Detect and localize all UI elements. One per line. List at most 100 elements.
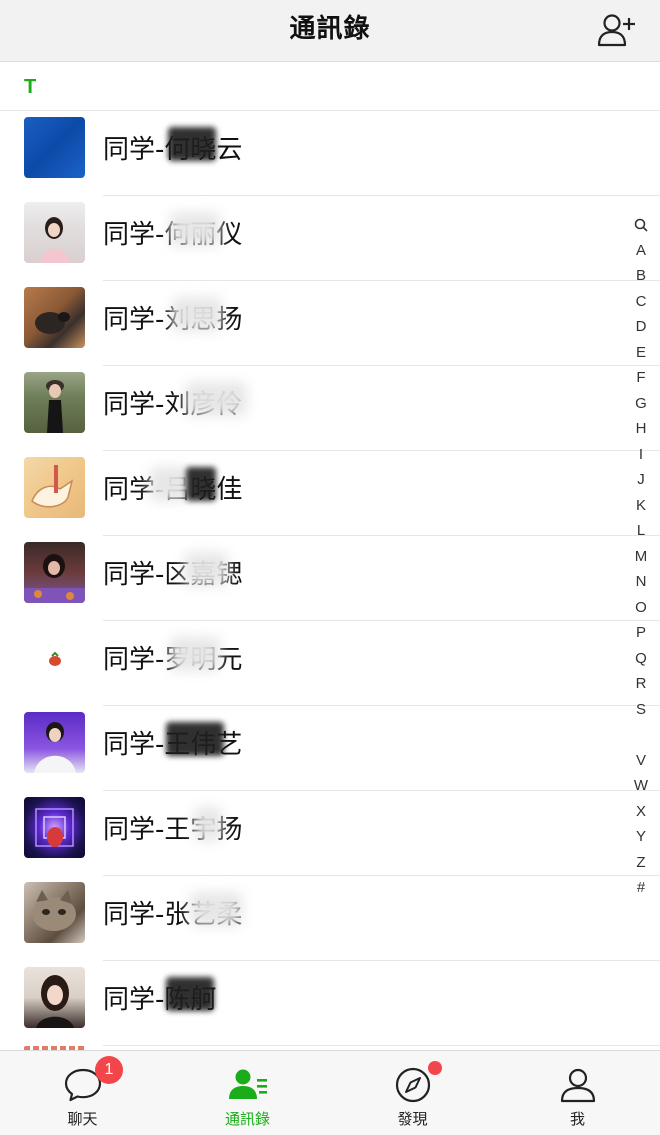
index-letter-label: Y: [635, 828, 646, 845]
tab-me[interactable]: 我: [495, 1051, 660, 1135]
search-icon: [634, 218, 648, 232]
contact-row[interactable]: 同学-何丽仪: [0, 196, 660, 281]
unread-badge: 1: [95, 1056, 123, 1084]
index-letter-q[interactable]: Q: [626, 646, 656, 672]
avatar: [24, 882, 85, 943]
tab-label: 我: [569, 1110, 585, 1128]
redaction-blur: [166, 977, 214, 1011]
top-nav-bar: 通訊錄: [0, 0, 660, 62]
index-letter-x[interactable]: X: [626, 799, 656, 825]
add-friend-button[interactable]: [596, 10, 638, 50]
index-letter-f[interactable]: F: [626, 365, 656, 391]
index-letter-label: S: [635, 700, 646, 718]
avatar: [24, 457, 85, 518]
index-letter-label: C: [635, 292, 647, 310]
avatar: [24, 712, 85, 773]
tab-contacts[interactable]: 通訊錄: [165, 1051, 330, 1135]
section-letter: T: [24, 76, 37, 98]
index-letter-j[interactable]: J: [626, 467, 656, 493]
tab-label: 通訊錄: [224, 1110, 270, 1128]
index-letter-label: W: [633, 777, 649, 794]
index-letter-v[interactable]: V: [626, 748, 656, 774]
contact-row[interactable]: 同学-刘彦伶: [0, 366, 660, 451]
index-letter-i[interactable]: I: [626, 442, 656, 468]
contact-row[interactable]: 同学-吕晓佳: [0, 451, 660, 536]
avatar: [24, 117, 85, 178]
redaction-blur: [190, 892, 242, 926]
bottom-tab-bar: 1 聊天 通訊錄 發現 我: [0, 1050, 660, 1135]
redaction-blur: [170, 212, 220, 246]
tab-chats[interactable]: 1 聊天: [0, 1051, 165, 1135]
profile-icon: [560, 1068, 595, 1103]
contact-row[interactable]: 同学-陈舸: [0, 961, 660, 1046]
index-letter-c[interactable]: C: [626, 289, 656, 315]
redaction-blur: [150, 467, 190, 501]
contact-row[interactable]: 同学-王宇扬: [0, 791, 660, 876]
redaction-blur: [170, 637, 220, 671]
index-letter-z[interactable]: Z: [626, 850, 656, 876]
index-letter-label: Q: [635, 649, 647, 667]
avatar: [24, 627, 85, 688]
contact-row[interactable]: 同学-区嘉锶: [0, 536, 660, 621]
index-letter-p[interactable]: P: [626, 620, 656, 646]
tab-label: 發現: [397, 1110, 428, 1128]
index-letter-r[interactable]: R: [626, 671, 656, 697]
alphabet-index[interactable]: A B C D E F G H I J K L M N O P Q R S T V W X Y Z #: [626, 212, 656, 901]
index-letter-label: N: [635, 573, 647, 590]
index-letter-g[interactable]: G: [626, 391, 656, 417]
redaction-blur: [168, 127, 216, 161]
tab-discover[interactable]: 發現: [330, 1051, 495, 1135]
index-letter-label: K: [635, 496, 646, 514]
section-header: T: [0, 62, 660, 111]
add-friend-icon: [597, 14, 635, 47]
index-letter-label: B: [635, 267, 646, 284]
index-letter-label: E: [635, 343, 646, 361]
contact-row[interactable]: 同学-王伟艺: [0, 706, 660, 791]
index-letter-l[interactable]: L: [626, 518, 656, 544]
index-search[interactable]: [626, 212, 656, 238]
index-letter-k[interactable]: K: [626, 493, 656, 519]
tab-label: 聊天: [67, 1110, 98, 1128]
index-letter-label: #: [636, 879, 646, 896]
index-letter-label: O: [635, 598, 647, 616]
index-letter-label: G: [635, 394, 647, 412]
contact-row[interactable]: 同学-张艺柔: [0, 876, 660, 961]
index-letter-n[interactable]: N: [626, 569, 656, 595]
index-letter-label: T: [636, 726, 646, 743]
index-letter-label: F: [636, 369, 646, 386]
avatar: [24, 797, 85, 858]
index-letter-y[interactable]: Y: [626, 824, 656, 850]
notification-dot: [428, 1061, 442, 1075]
index-letter-label: I: [638, 445, 644, 463]
redaction-blur: [186, 467, 216, 501]
avatar: [24, 542, 85, 603]
index-letter-o[interactable]: O: [626, 595, 656, 621]
index-letter-label: A: [635, 241, 646, 259]
index-letter-m[interactable]: M: [626, 544, 656, 570]
index-letter-label: P: [635, 624, 646, 641]
index-letter-label: L: [636, 522, 646, 539]
contact-row[interactable]: 同学-刘思扬: [0, 281, 660, 366]
redaction-blur: [185, 382, 247, 416]
contact-row[interactable]: 同学-何晓云: [0, 111, 660, 196]
index-letter-h[interactable]: H: [626, 416, 656, 442]
index-letter-b[interactable]: B: [626, 263, 656, 289]
index-letter-t[interactable]: T: [626, 722, 656, 748]
index-letter-w[interactable]: W: [626, 773, 656, 799]
index-letter-s[interactable]: S: [626, 697, 656, 723]
index-letter-d[interactable]: D: [626, 314, 656, 340]
index-letter-label: Z: [636, 853, 646, 871]
index-letter-label: V: [635, 751, 646, 769]
index-letter-label: X: [635, 802, 646, 820]
row-divider: [103, 1045, 660, 1046]
contact-row[interactable]: 同学-罗明元: [0, 621, 660, 706]
compass-icon: [395, 1067, 430, 1103]
avatar: [24, 202, 85, 263]
redaction-blur: [184, 552, 228, 586]
index-letter-label: J: [637, 471, 645, 488]
avatar: [24, 967, 85, 1028]
index-letter-hash[interactable]: #: [626, 875, 656, 901]
index-letter-e[interactable]: E: [626, 340, 656, 366]
redaction-blur: [166, 722, 224, 756]
index-letter-a[interactable]: A: [626, 238, 656, 264]
